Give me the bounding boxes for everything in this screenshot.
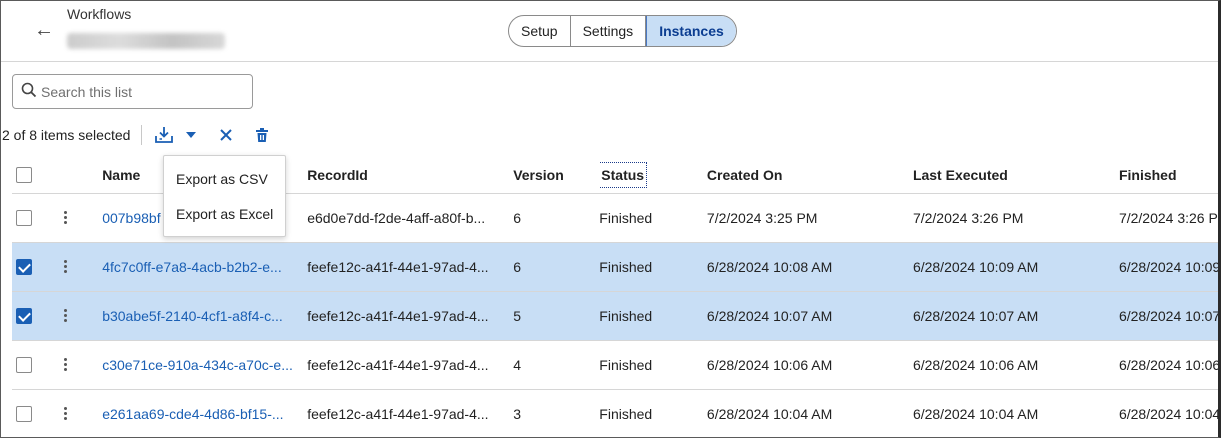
record-id: e6d0e7dd-f2de-4aff-a80f-b... — [307, 193, 514, 243]
more-options-icon[interactable] — [64, 307, 68, 324]
back-arrow-icon[interactable]: ← — [34, 20, 54, 40]
version: 6 — [513, 242, 600, 292]
breadcrumb[interactable]: Workflows — [67, 6, 131, 22]
search-icon — [21, 82, 41, 101]
record-id: feefe12c-a41f-44e1-97ad-4... — [307, 291, 514, 341]
finished: 7/2/2024 3:26 PM — [1118, 193, 1218, 243]
row-menu-cell — [61, 193, 103, 243]
row-menu-cell — [61, 291, 103, 341]
trash-icon[interactable] — [256, 128, 269, 142]
app-frame: ← Workflows Setup Settings Instances 2 o… — [0, 0, 1221, 438]
table-row[interactable]: b30abe5f-2140-4cf1-a8f4-c... feefe12c-a4… — [12, 291, 1218, 341]
more-options-icon[interactable] — [64, 209, 68, 226]
row-checkbox[interactable] — [16, 406, 32, 423]
last-executed: 6/28/2024 10:07 AM — [912, 291, 1119, 341]
tab-instances[interactable]: Instances — [646, 16, 736, 46]
more-options-icon[interactable] — [64, 405, 68, 422]
selection-count: 2 of 8 items selected — [2, 127, 131, 143]
finished: 6/28/2024 10:09 AM — [1118, 242, 1218, 292]
version: 3 — [513, 389, 600, 437]
row-select-cell — [12, 291, 62, 341]
version: 6 — [513, 193, 600, 243]
status: Finished — [599, 389, 707, 437]
header-divider — [1, 61, 1218, 62]
created-on: 6/28/2024 10:06 AM — [706, 340, 913, 390]
selection-toolbar: 2 of 8 items selected — [2, 123, 269, 147]
menu-header-cell — [61, 157, 103, 194]
created-on: 6/28/2024 10:07 AM — [706, 291, 913, 341]
column-header-recordid[interactable]: RecordId — [307, 157, 514, 194]
search-box — [12, 74, 253, 109]
close-icon[interactable] — [220, 129, 233, 141]
row-select-cell — [12, 389, 62, 437]
column-header-status[interactable]: Status — [599, 161, 648, 188]
row-menu-cell — [61, 340, 103, 390]
tab-setup[interactable]: Setup — [509, 16, 571, 46]
last-executed: 7/2/2024 3:26 PM — [912, 193, 1119, 243]
last-executed: 6/28/2024 10:06 AM — [912, 340, 1119, 390]
select-all-checkbox[interactable] — [16, 167, 32, 184]
created-on: 7/2/2024 3:25 PM — [706, 193, 913, 243]
created-on: 6/28/2024 10:04 AM — [706, 389, 913, 437]
row-select-cell — [12, 193, 62, 243]
version: 4 — [513, 340, 600, 390]
export-excel-option[interactable]: Export as Excel — [164, 197, 285, 232]
tab-settings[interactable]: Settings — [571, 16, 647, 46]
last-executed: 6/28/2024 10:09 AM — [912, 242, 1119, 292]
row-checkbox[interactable] — [16, 210, 32, 227]
instance-name-link[interactable]: 4fc7c0ff-e7a8-4acb-b2b2-e... — [102, 242, 308, 292]
version: 5 — [513, 291, 600, 341]
column-header-status-cell: Status — [599, 157, 707, 194]
export-csv-option[interactable]: Export as CSV — [164, 162, 285, 197]
row-menu-cell — [61, 242, 103, 292]
status: Finished — [599, 193, 707, 243]
row-checkbox[interactable] — [16, 308, 32, 325]
last-executed: 6/28/2024 10:04 AM — [912, 389, 1119, 437]
finished: 6/28/2024 10:04 AM — [1118, 389, 1218, 437]
row-checkbox[interactable] — [16, 259, 32, 276]
column-header-finished[interactable]: Finished — [1118, 157, 1218, 194]
created-on: 6/28/2024 10:08 AM — [706, 242, 913, 292]
more-options-icon[interactable] — [64, 356, 68, 373]
finished: 6/28/2024 10:06 AM — [1118, 340, 1218, 390]
instance-name-link[interactable]: e261aa69-cde4-4d86-bf15-... — [102, 389, 308, 437]
column-header-version[interactable]: Version — [513, 157, 600, 194]
status: Finished — [599, 291, 707, 341]
row-menu-cell — [61, 389, 103, 437]
workflow-title-blurred — [67, 33, 225, 49]
status: Finished — [599, 340, 707, 390]
table-row[interactable]: c30e71ce-910a-434c-a70c-e... feefe12c-a4… — [12, 340, 1218, 390]
view-tabs: Setup Settings Instances — [508, 15, 737, 47]
column-header-last-executed[interactable]: Last Executed — [912, 157, 1119, 194]
search-input[interactable] — [41, 83, 241, 100]
row-select-cell — [12, 242, 62, 292]
column-header-created-on[interactable]: Created On — [706, 157, 913, 194]
row-select-cell — [12, 340, 62, 390]
finished: 6/28/2024 10:07 AM — [1118, 291, 1218, 341]
table-row[interactable]: e261aa69-cde4-4d86-bf15-... feefe12c-a41… — [12, 389, 1218, 437]
record-id: feefe12c-a41f-44e1-97ad-4... — [307, 340, 514, 390]
caret-down-icon[interactable] — [186, 131, 197, 139]
table-row[interactable]: 4fc7c0ff-e7a8-4acb-b2b2-e... feefe12c-a4… — [12, 242, 1218, 292]
instance-name-link[interactable]: c30e71ce-910a-434c-a70c-e... — [102, 340, 308, 390]
status: Finished — [599, 242, 707, 292]
more-options-icon[interactable] — [64, 258, 68, 275]
export-menu: Export as CSV Export as Excel — [163, 155, 286, 237]
record-id: feefe12c-a41f-44e1-97ad-4... — [307, 389, 514, 437]
download-icon[interactable] — [154, 126, 174, 144]
instance-name-link[interactable]: b30abe5f-2140-4cf1-a8f4-c... — [102, 291, 308, 341]
row-checkbox[interactable] — [16, 357, 32, 374]
record-id: feefe12c-a41f-44e1-97ad-4... — [307, 242, 514, 292]
toolbar-divider — [141, 125, 143, 145]
select-all-cell — [12, 157, 62, 194]
